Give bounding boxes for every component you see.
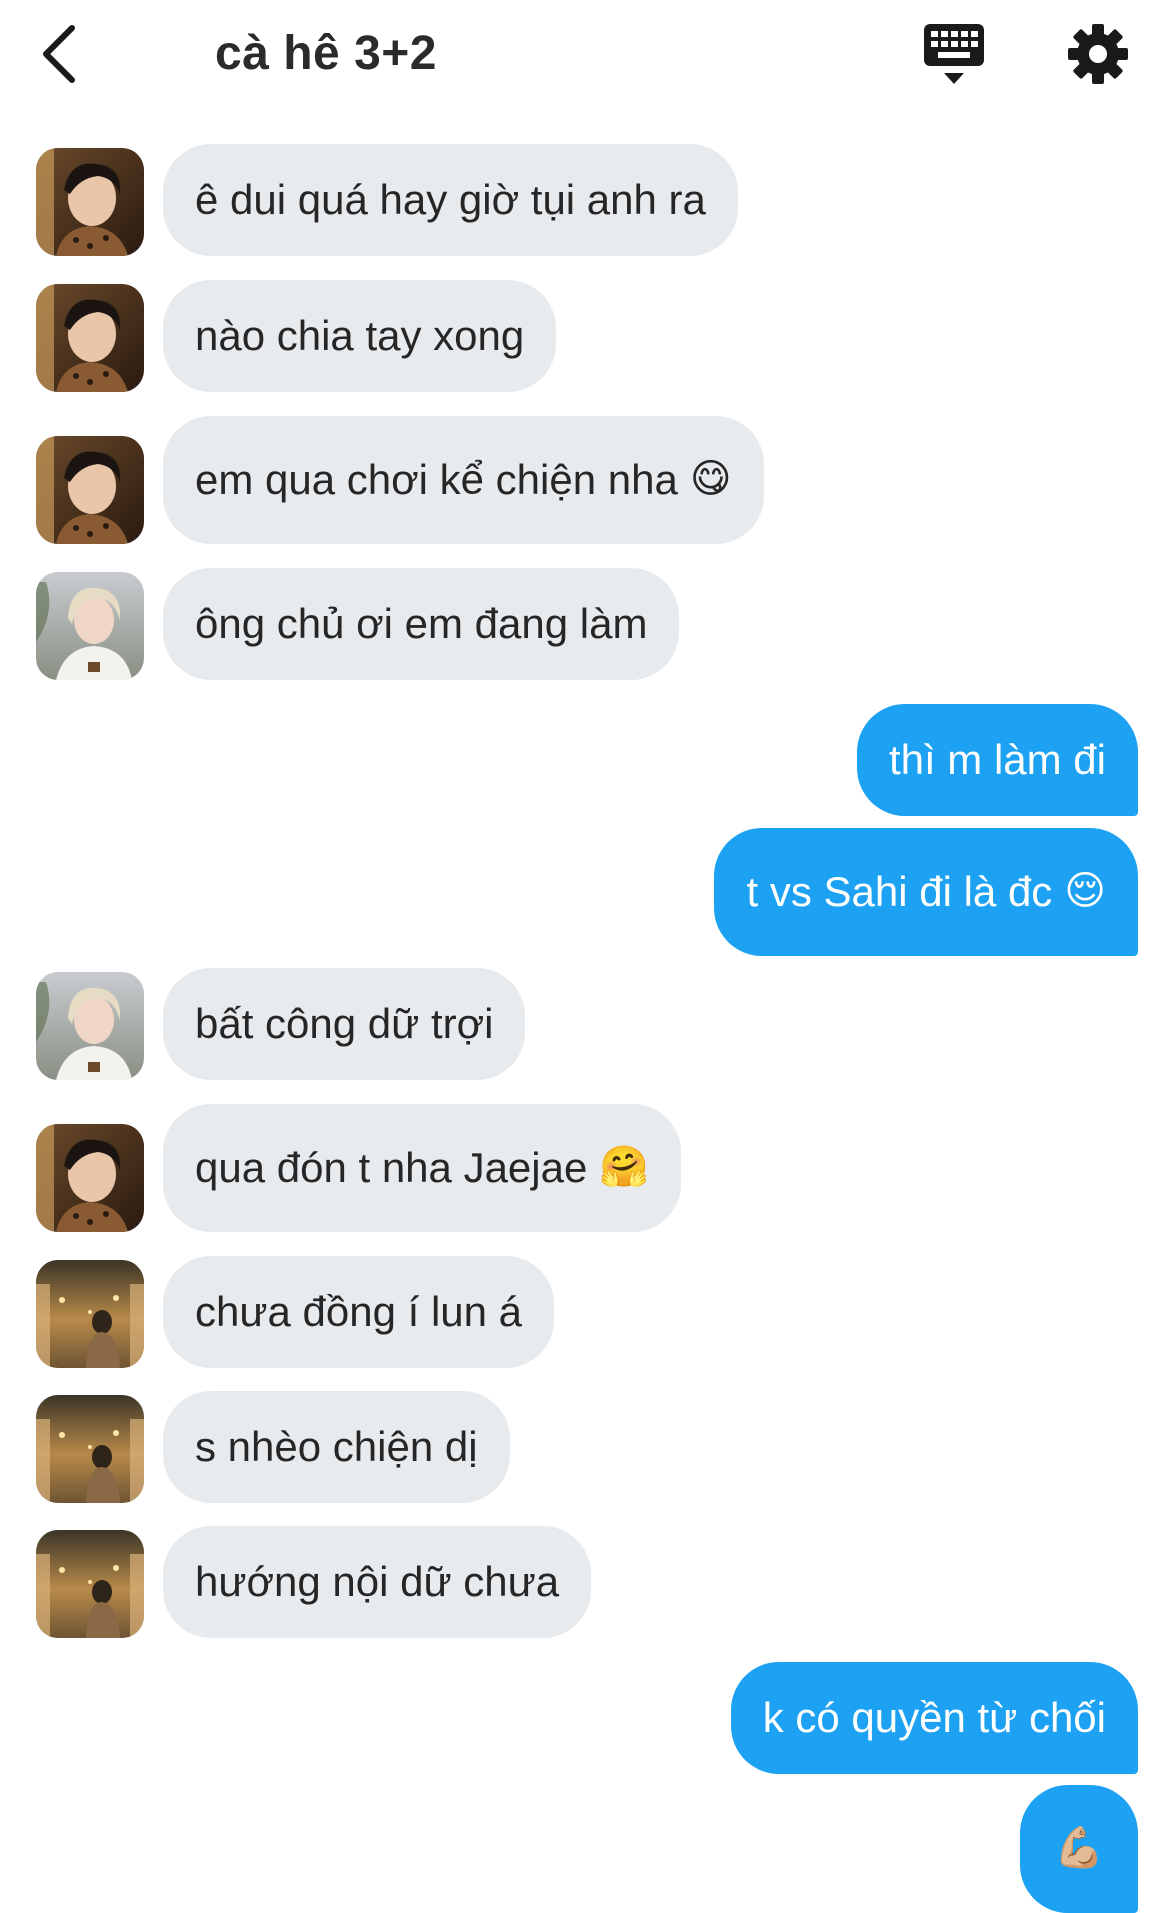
message-text: chưa đồng í lun á	[195, 1288, 523, 1335]
hugging-emoji-icon: 🤗	[599, 1144, 650, 1189]
settings-button[interactable]	[1066, 22, 1130, 86]
chat-header: cà hê 3+2	[0, 0, 1170, 108]
message-text: em qua chơi kể chiện nha	[195, 456, 678, 503]
avatar[interactable]	[36, 436, 144, 544]
message-bubble[interactable]: qua đón t nha Jaejae 🤗	[163, 1104, 682, 1232]
avatar[interactable]	[36, 1395, 144, 1503]
avatar-image	[36, 1530, 144, 1638]
message-bubble-outgoing[interactable]: k có quyền từ chối	[730, 1662, 1138, 1774]
avatar-image	[36, 572, 144, 680]
message-text: qua đón t nha Jaejae	[195, 1144, 588, 1191]
message-bubble[interactable]: em qua chơi kể chiện nha 😋	[163, 416, 764, 544]
message-text: ê dui quá hay giờ tụi anh ra	[195, 176, 706, 223]
avatar[interactable]	[36, 1530, 144, 1638]
message-text: s nhèo chiện dị	[195, 1423, 478, 1470]
message-text: ông chủ ơi em đang làm	[195, 600, 648, 647]
avatar-image	[36, 1395, 144, 1503]
message-bubble-outgoing[interactable]: thì m làm đi	[856, 704, 1138, 816]
message-bubble[interactable]: bất công dữ trợi	[163, 968, 526, 1080]
yum-emoji-icon: 😋	[689, 456, 732, 501]
keyboard-button[interactable]	[920, 22, 988, 88]
avatar[interactable]	[36, 148, 144, 256]
page-title: cà hê 3+2	[215, 27, 437, 80]
message-bubble[interactable]: hướng nội dữ chưa	[163, 1526, 592, 1638]
message-bubble[interactable]: ông chủ ơi em đang làm	[163, 568, 680, 680]
message-text: nào chia tay xong	[195, 312, 525, 359]
back-button[interactable]	[38, 22, 98, 86]
avatar-image	[36, 436, 144, 544]
message-bubble[interactable]: ê dui quá hay giờ tụi anh ra	[163, 144, 738, 256]
avatar[interactable]	[36, 1124, 144, 1232]
avatar-image	[36, 1260, 144, 1368]
message-bubble[interactable]: s nhèo chiện dị	[163, 1391, 510, 1503]
message-text: hướng nội dữ chưa	[195, 1558, 560, 1605]
avatar-image	[36, 148, 144, 256]
message-bubble[interactable]: nào chia tay xong	[163, 280, 557, 392]
message-text: t vs Sahi đi là đc	[746, 868, 1053, 915]
message-bubble[interactable]: chưa đồng í lun á	[163, 1256, 555, 1368]
avatar-image	[36, 284, 144, 392]
message-text: k có quyền từ chối	[762, 1694, 1106, 1741]
message-text: bất công dữ trợi	[195, 1000, 494, 1047]
avatar-image	[36, 1124, 144, 1232]
relieved-emoji-icon: 😌	[1064, 868, 1106, 913]
gear-icon	[1068, 24, 1128, 84]
keyboard-icon	[924, 24, 984, 84]
avatar[interactable]	[36, 1260, 144, 1368]
chevron-left-icon	[43, 25, 75, 83]
avatar[interactable]	[36, 284, 144, 392]
avatar[interactable]	[36, 972, 144, 1080]
flexed-biceps-emoji-icon: 💪🏼	[1054, 1825, 1104, 1870]
avatar-image	[36, 972, 144, 1080]
message-bubble-outgoing[interactable]: 💪🏼	[1020, 1785, 1138, 1913]
message-bubble-outgoing[interactable]: t vs Sahi đi là đc 😌	[714, 828, 1138, 956]
message-text: thì m làm đi	[888, 736, 1106, 783]
avatar[interactable]	[36, 572, 144, 680]
